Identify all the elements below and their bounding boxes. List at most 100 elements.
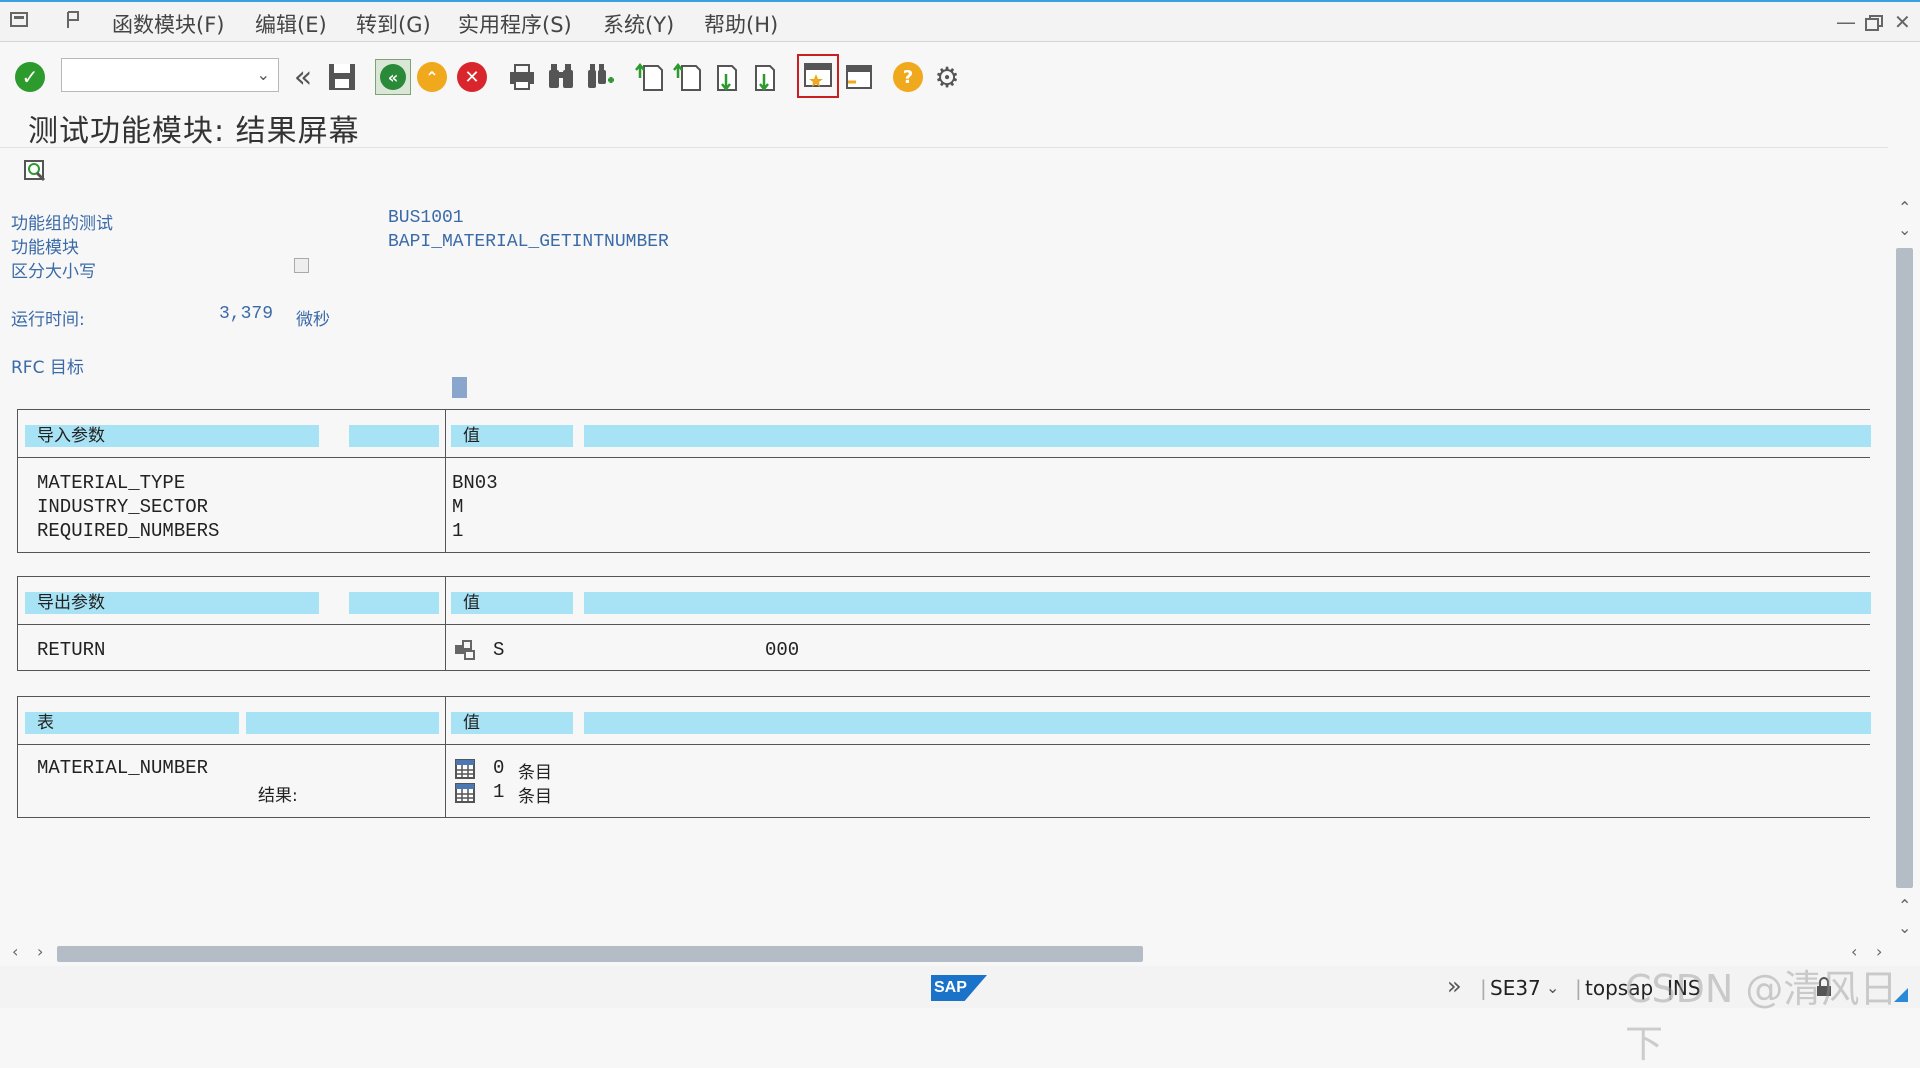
rfc-target-label: RFC 目标 [11,358,84,378]
tables-value-header[interactable]: 值 [451,712,573,734]
menu-goto[interactable]: 转到(G) [356,9,431,39]
page-title: 测试功能模块: 结果屏幕 [28,114,360,149]
result-area: 功能组的测试 BUS1001 功能模块 BAPI_MATERIAL_GETINT… [0,196,1890,940]
horizontal-scroll-thumb[interactable] [57,946,1143,962]
param-value[interactable]: 1 [452,520,463,542]
system-menu-icon[interactable] [10,10,32,30]
runtime-unit: 微秒 [296,310,330,330]
restore-icon[interactable] [1864,14,1884,32]
case-sensitive-checkbox[interactable] [294,258,309,273]
import-value-header[interactable]: 值 [451,425,573,447]
chevron-down-icon[interactable]: ⌄ [257,65,270,84]
find-icon[interactable] [545,60,577,94]
runtime-value: 3,379 [219,304,274,324]
table-name[interactable]: MATERIAL_NUMBER [37,757,208,779]
cursor-marker [452,377,467,398]
return-type-value[interactable]: S [493,639,504,661]
first-page-icon[interactable] [634,60,666,94]
structure-icon[interactable] [453,639,477,661]
import-header[interactable]: 导入参数 [25,425,319,447]
scroll-left-icon[interactable]: ‹ [12,942,18,961]
scroll-up-icon[interactable]: ⌃ [1898,198,1911,217]
export-params-table: 导出参数 值 RETURN S 000 [17,576,1871,671]
tables-value-header-blank[interactable] [584,712,1871,734]
help-button[interactable]: ? [892,60,924,94]
command-field[interactable]: ⌄ [61,58,279,92]
param-name[interactable]: RETURN [37,639,105,661]
toolbar: ✓ ⌄ « « ⌃ ✕ ? ⚙ [0,44,1920,112]
cancel-icon: ✕ [457,62,487,92]
tables-table: 表 值 MATERIAL_NUMBER 结果: 0 条目 1 条目 [17,696,1871,818]
menu-system[interactable]: 系统(Y) [603,9,674,39]
table-icon[interactable] [455,759,475,779]
entry-count[interactable]: 1 [493,781,504,803]
create-session-button[interactable] [797,54,839,98]
function-module-label: 功能模块 [11,238,79,258]
chevron-down-icon[interactable]: ⌄ [1546,978,1559,997]
save-icon[interactable] [326,60,358,94]
import-value-header-blank[interactable] [584,425,1871,447]
command-input[interactable] [62,59,254,89]
column-divider [445,410,446,552]
back-double-icon[interactable]: « [287,60,319,95]
export-value-header[interactable]: 值 [451,592,573,614]
print-icon[interactable] [506,60,538,94]
exit-button[interactable]: ⌃ [416,60,448,94]
settings-icon[interactable]: ⚙ [931,60,963,94]
enter-button[interactable]: ✓ [14,60,46,94]
scroll-right-icon[interactable]: › [37,942,43,961]
header-divider [18,624,1870,625]
debug-icon[interactable] [22,158,48,184]
title-divider [0,147,1888,148]
close-window-icon[interactable]: ✕ [1894,10,1911,34]
param-value[interactable]: BN03 [452,472,498,494]
layout-menu-icon[interactable] [64,10,86,30]
create-session-icon [804,63,832,87]
param-value[interactable]: M [452,496,463,518]
scroll-page-up-icon[interactable]: ⌃ [1898,896,1911,915]
entry-unit: 条目 [518,787,552,807]
column-divider [445,697,446,817]
scroll-page-down-icon[interactable]: ⌄ [1898,220,1911,239]
header-divider [18,744,1870,745]
case-sensitive-label: 区分大小写 [11,262,96,282]
find-next-icon[interactable] [584,60,616,94]
exit-icon: ⌃ [417,62,447,92]
import-params-table: 导入参数 值 MATERIAL_TYPE BN03 INDUSTRY_SECTO… [17,409,1871,553]
sap-logo: SAP [931,975,987,1001]
status-divider: | [1480,976,1487,1000]
tables-header[interactable]: 表 [25,712,239,734]
transaction-code[interactable]: SE37 [1490,976,1541,1000]
scroll-down-icon[interactable]: ⌄ [1898,918,1911,937]
next-page-icon[interactable] [710,60,742,94]
import-header-blank[interactable] [349,425,439,447]
last-page-icon[interactable] [748,60,780,94]
back-button[interactable]: « [375,59,411,95]
export-value-header-blank[interactable] [584,592,1871,614]
param-name[interactable]: MATERIAL_TYPE [37,472,185,494]
back-icon: « [380,64,406,90]
table-icon[interactable] [455,783,475,803]
tables-header-blank[interactable] [246,712,439,734]
param-name[interactable]: INDUSTRY_SECTOR [37,496,208,518]
menu-utilities[interactable]: 实用程序(S) [458,9,572,39]
export-header[interactable]: 导出参数 [25,592,319,614]
shortcut-icon[interactable] [842,60,874,94]
cancel-button[interactable]: ✕ [456,60,488,94]
status-expand-icon[interactable]: » [1447,972,1462,1000]
status-divider: | [1575,976,1582,1000]
menu-help[interactable]: 帮助(H) [704,9,778,39]
header-divider [18,457,1870,458]
vertical-scrollbar[interactable]: ⌃ ⌄ ⌃ ⌄ [1894,196,1914,940]
entry-count[interactable]: 0 [493,757,504,779]
entry-unit: 条目 [518,763,552,783]
minimize-icon[interactable]: — [1836,10,1856,34]
menu-function-module[interactable]: 函数模块(F) [112,9,224,39]
prev-page-icon[interactable] [672,60,704,94]
param-name[interactable]: REQUIRED_NUMBERS [37,520,219,542]
menu-edit[interactable]: 编辑(E) [255,9,327,39]
export-header-blank[interactable] [349,592,439,614]
vertical-scroll-thumb[interactable] [1896,248,1913,888]
return-number-value[interactable]: 000 [765,639,799,661]
watermark: CSDN @清风日下 [1625,967,1898,1066]
